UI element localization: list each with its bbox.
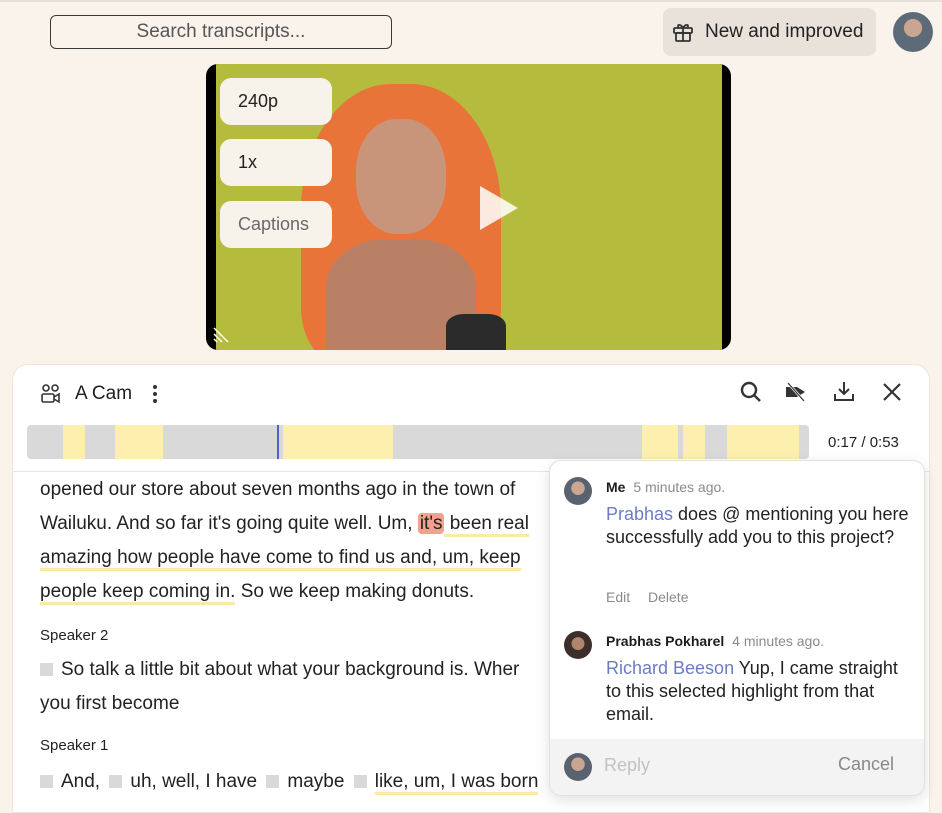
transcript-line: you first become: [40, 693, 180, 714]
cancel-button[interactable]: Cancel: [838, 754, 894, 775]
reply-bar: Reply Cancel: [550, 739, 924, 795]
comment-author: Me: [606, 479, 626, 495]
video-subject-face: [356, 119, 446, 234]
transcript-line: amazing how people have come to find us …: [40, 541, 570, 575]
transcript-text: uh, well, I have: [130, 771, 258, 792]
timecode: 0:17 / 0:53: [828, 434, 899, 451]
timeline-highlight-segment[interactable]: [727, 425, 799, 459]
word-marker: [353, 775, 367, 788]
video-player[interactable]: 240p 1x Captions: [206, 64, 731, 350]
hide-highlight-icon[interactable]: [783, 379, 809, 405]
edit-button[interactable]: Edit: [606, 589, 630, 605]
speed-button[interactable]: 1x: [220, 139, 332, 186]
timeline-highlight-segment[interactable]: [115, 425, 163, 459]
comment-text: Prabhas does @ mentioning you here succe…: [606, 503, 916, 549]
comment-actions: Edit Delete: [606, 589, 702, 605]
speaker-label: Speaker 2: [40, 627, 109, 644]
delete-button[interactable]: Delete: [648, 589, 688, 605]
resize-handle-icon[interactable]: [212, 326, 230, 344]
comment-time: 5 minutes ago.: [633, 479, 726, 495]
reply-input[interactable]: Reply: [604, 755, 650, 776]
transcript-body: opened our store about seven months ago …: [40, 473, 570, 799]
highlighted-text[interactable]: people keep coming in.: [40, 581, 236, 605]
highlighted-text[interactable]: amazing how people have come to find us …: [40, 547, 521, 571]
highlighted-text[interactable]: been real: [444, 513, 529, 537]
camera-label: A Cam: [75, 383, 133, 404]
panel-header: A Cam: [39, 382, 158, 406]
close-icon[interactable]: [879, 379, 905, 405]
search-icon[interactable]: [738, 379, 764, 405]
transcript-line: Wailuku. And so far it's going quite wel…: [40, 507, 570, 541]
speaker-label: Speaker 1: [40, 737, 109, 754]
comment-meta: Me 5 minutes ago.: [606, 479, 725, 495]
transcript-line: people keep coming in. So we keep making…: [40, 575, 570, 609]
search-input[interactable]: Search transcripts...: [50, 15, 392, 49]
play-icon[interactable]: [480, 186, 518, 230]
transcript-text: Wailuku. And so far it's going quite wel…: [40, 513, 418, 534]
timeline-highlight-segment[interactable]: [63, 425, 85, 459]
comment-text: Richard Beeson Yup, I came straight to t…: [606, 657, 916, 726]
top-border: [0, 0, 942, 2]
user-avatar[interactable]: [893, 12, 933, 52]
highlight-timeline[interactable]: [27, 425, 809, 459]
comment-time: 4 minutes ago.: [732, 633, 825, 649]
quality-button[interactable]: 240p: [220, 78, 332, 125]
selected-word[interactable]: it's: [417, 513, 445, 534]
transcript-line: opened our store about seven months ago …: [40, 479, 516, 500]
gift-icon: [673, 24, 693, 42]
download-icon[interactable]: [831, 379, 857, 405]
captions-button[interactable]: Captions: [220, 201, 332, 248]
transcript-line: So talk a little bit about what your bac…: [40, 653, 570, 687]
more-options-icon[interactable]: [152, 384, 158, 404]
comments-popup: Me 5 minutes ago. Prabhas does @ mention…: [549, 460, 925, 796]
video-subject-clothing: [446, 314, 506, 350]
avatar: [564, 477, 592, 505]
avatar: [564, 753, 592, 781]
timeline-highlight-segment[interactable]: [283, 425, 393, 459]
timeline-highlight-segment[interactable]: [642, 425, 678, 459]
transcript-text: So talk a little bit about what your bac…: [61, 659, 520, 680]
word-marker: [266, 775, 280, 788]
transcript-text: So we keep making donuts.: [235, 581, 475, 602]
avatar: [564, 631, 592, 659]
word-marker: [40, 775, 53, 788]
transcript-text: maybe: [287, 771, 345, 792]
word-marker: [109, 775, 123, 788]
highlighted-text[interactable]: like, um, I was born: [374, 771, 539, 795]
transcript-text: And,: [61, 771, 101, 792]
timeline-highlight-segment[interactable]: [683, 425, 705, 459]
camera-group-icon: [41, 384, 60, 404]
new-and-improved-button[interactable]: New and improved: [663, 8, 876, 56]
mention-link[interactable]: Richard Beeson: [606, 658, 734, 678]
new-and-improved-label: New and improved: [705, 21, 864, 42]
transcript-line: And, uh, well, I have maybe like, um, I …: [40, 765, 570, 799]
comment-meta: Prabhas Pokharel 4 minutes ago.: [606, 633, 824, 649]
comment-author: Prabhas Pokharel: [606, 633, 725, 649]
mention-link[interactable]: Prabhas: [606, 504, 673, 524]
word-marker: [40, 663, 53, 676]
playhead[interactable]: [277, 425, 279, 459]
